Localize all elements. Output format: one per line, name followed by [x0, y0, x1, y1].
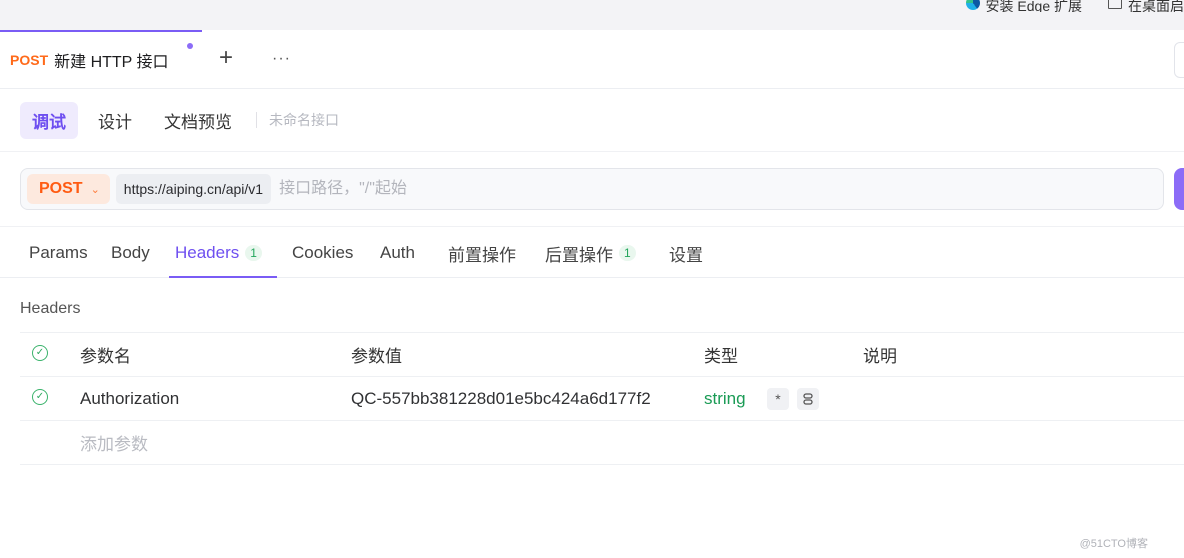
install-desktop[interactable]: 在桌面启	[1108, 0, 1184, 12]
column-header: 类型	[704, 347, 738, 366]
tab-method: POST	[10, 52, 49, 68]
link-icon[interactable]	[797, 387, 819, 410]
section-title: Headers	[20, 300, 81, 317]
tab-label: Auth	[380, 243, 415, 262]
column-header: 参数名	[80, 347, 131, 366]
tab-label: Body	[111, 243, 150, 262]
count-badge: 1	[245, 245, 262, 261]
link-cell	[797, 377, 819, 420]
send-button[interactable]	[1174, 168, 1184, 210]
table-row: ✓ Authorization QC-557bb381228d01e5bc424…	[20, 376, 1184, 420]
chevron-down-icon: ⌄	[90, 183, 100, 196]
headers-table: ✓ 参数名 参数值 类型 说明 ✓ Authorization QC-557bb…	[20, 332, 1184, 465]
browser-topbar: 安装 Edge 扩展 在桌面启	[0, 0, 1184, 30]
monitor-icon	[1108, 0, 1122, 9]
table-row-add: 添加参数	[20, 420, 1184, 465]
tab-label: Cookies	[292, 243, 354, 262]
edge-logo-icon	[965, 0, 980, 10]
select-all-checkbox[interactable]: ✓	[32, 345, 48, 361]
desktop-label: 在桌面启	[1128, 0, 1184, 12]
api-name-input[interactable]: 未命名接口	[269, 110, 339, 130]
tab-debug[interactable]: 调试	[20, 101, 78, 139]
tab-design[interactable]: 设计	[86, 102, 144, 139]
tab-auth[interactable]: Auth	[380, 227, 415, 279]
divider	[256, 112, 257, 128]
tab-doc-preview[interactable]: 文档预览	[152, 102, 244, 139]
tab-new-http-api[interactable]: POST 新建 HTTP 接口	[0, 30, 202, 88]
param-value[interactable]: QC-557bb381228d01e5bc424a6d177f2	[351, 377, 651, 420]
required-toggle[interactable]: *	[767, 387, 789, 410]
request-tabs: Params Body Headers 1 Cookies Auth 前置操作 …	[0, 226, 1184, 278]
param-name[interactable]: Authorization	[80, 377, 179, 420]
path-input[interactable]	[277, 179, 882, 199]
method-select[interactable]: POST ⌄	[27, 174, 110, 204]
tab-post-ops[interactable]: 后置操作 1	[545, 227, 636, 279]
tabbar-right-control[interactable]	[1174, 42, 1184, 78]
param-type[interactable]: string	[704, 377, 746, 420]
count-badge: 1	[619, 245, 636, 261]
tab-label: Headers	[175, 243, 240, 262]
install-edge-label: 安装 Edge 扩展	[985, 0, 1082, 12]
tab-title: 新建 HTTP 接口	[54, 54, 169, 71]
divider	[0, 151, 1184, 152]
method-value: POST	[39, 180, 83, 197]
tab-cookies[interactable]: Cookies	[292, 227, 353, 279]
more-tabs-button[interactable]: ···	[272, 50, 291, 68]
watermark: @51CTO博客	[1079, 538, 1148, 550]
tab-body[interactable]: Body	[111, 227, 150, 279]
active-tab-indicator	[169, 276, 277, 278]
row-checkbox[interactable]: ✓	[32, 389, 48, 405]
required-cell: *	[767, 377, 789, 420]
tab-params[interactable]: Params	[29, 227, 88, 279]
tab-label: 设置	[669, 245, 703, 265]
tab-settings[interactable]: 设置	[669, 227, 703, 279]
column-header: 参数值	[351, 347, 402, 366]
unsaved-dot-icon	[187, 43, 193, 49]
mode-tabs: 调试 设计 文档预览 未命名接口	[20, 101, 339, 139]
add-param-input[interactable]: 添加参数	[80, 421, 148, 464]
table-header-row: ✓ 参数名 参数值 类型 说明	[20, 332, 1184, 376]
tab-label: Params	[29, 243, 88, 262]
tab-pre-ops[interactable]: 前置操作	[448, 227, 516, 279]
base-url[interactable]: https://aiping.cn/api/v1	[115, 174, 272, 204]
add-tab-button[interactable]: +	[219, 44, 233, 72]
tab-label: 前置操作	[448, 245, 516, 265]
column-header: 说明	[863, 347, 897, 366]
tab-label: 后置操作	[545, 245, 613, 265]
tab-headers[interactable]: Headers 1	[175, 227, 262, 279]
editor-tabbar: POST 新建 HTTP 接口 + ···	[0, 30, 1184, 89]
request-url-bar: POST ⌄ https://aiping.cn/api/v1	[20, 168, 1164, 210]
install-edge-extension[interactable]: 安装 Edge 扩展	[965, 0, 1082, 12]
